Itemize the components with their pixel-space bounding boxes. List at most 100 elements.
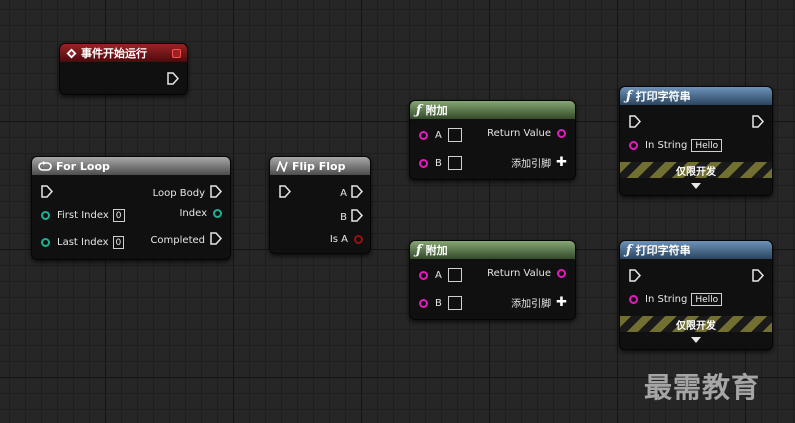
print-string-node-1[interactable]: ƒ 打印字符串 In String Hello 仅限开发 bbox=[619, 86, 773, 196]
print-2-exec-out-row bbox=[752, 269, 765, 285]
event-diamond-icon bbox=[66, 48, 77, 59]
completed-label: Completed bbox=[150, 234, 205, 246]
exec-in-pin[interactable] bbox=[629, 269, 642, 285]
exec-out-pin[interactable] bbox=[752, 115, 765, 131]
append-2-add-pin-row[interactable]: 添加引脚 ✚ bbox=[511, 295, 567, 310]
append-2-b-label: B bbox=[435, 297, 442, 309]
for-loop-node[interactable]: For Loop Loop Body First Index 0 Index L… bbox=[31, 156, 231, 260]
exec-out-pin[interactable] bbox=[752, 269, 765, 285]
for-loop-exec-in-row bbox=[41, 185, 54, 201]
loop-body-exec-pin[interactable] bbox=[210, 185, 223, 201]
flip-flop-title: Flip Flop bbox=[292, 159, 346, 173]
flip-flop-is-a-row: Is A bbox=[330, 234, 363, 245]
print-1-exec-in-row bbox=[629, 115, 642, 131]
development-only-banner: 仅限开发 bbox=[620, 316, 772, 332]
append-2-a-input[interactable] bbox=[447, 268, 462, 282]
for-loop-header[interactable]: For Loop bbox=[32, 157, 230, 175]
first-index-input[interactable]: 0 bbox=[112, 209, 125, 222]
index-row: Index bbox=[179, 208, 222, 219]
append-2-a-pin[interactable] bbox=[419, 270, 428, 280]
completed-row: Completed bbox=[150, 232, 223, 248]
function-icon: ƒ bbox=[626, 242, 632, 258]
print-1-in-string-row: In String Hello bbox=[629, 139, 723, 152]
is-a-bool-pin[interactable] bbox=[354, 235, 363, 244]
last-index-label: Last Index bbox=[57, 237, 109, 248]
exec-in-pin[interactable] bbox=[41, 185, 54, 201]
b-exec-pin[interactable] bbox=[351, 209, 364, 225]
append-1-return-row: Return Value bbox=[487, 128, 566, 139]
append-1-a-input[interactable] bbox=[447, 128, 462, 142]
first-index-row: First Index 0 bbox=[41, 209, 125, 222]
add-pin-plus-icon[interactable]: ✚ bbox=[556, 295, 567, 310]
append-2-return-label: Return Value bbox=[487, 268, 551, 279]
append-1-header[interactable]: ƒ 附加 bbox=[410, 101, 575, 119]
append-node-2[interactable]: ƒ 附加 A Return Value B 添加引脚 ✚ bbox=[409, 240, 576, 320]
append-2-a-label: A bbox=[435, 269, 442, 281]
append-1-b-input[interactable] bbox=[447, 156, 462, 170]
append-1-a-pin[interactable] bbox=[419, 130, 428, 140]
print-2-in-string-pin[interactable] bbox=[629, 295, 638, 304]
append-1-b-pin[interactable] bbox=[419, 158, 428, 168]
first-index-label: First Index bbox=[57, 210, 109, 221]
append-1-a-row: A bbox=[419, 128, 462, 142]
print-2-in-string-input[interactable]: Hello bbox=[691, 293, 723, 306]
append-2-b-pin[interactable] bbox=[419, 298, 428, 308]
print-2-dev-only-label: 仅限开发 bbox=[676, 320, 716, 332]
event-delegate-pin[interactable] bbox=[172, 48, 181, 58]
print-1-in-string-pin[interactable] bbox=[629, 141, 638, 150]
exec-in-pin[interactable] bbox=[629, 115, 642, 131]
for-loop-title: For Loop bbox=[56, 159, 110, 173]
add-pin-plus-icon[interactable]: ✚ bbox=[556, 155, 567, 170]
print-1-title: 打印字符串 bbox=[635, 90, 691, 103]
last-index-input[interactable]: 0 bbox=[112, 236, 125, 249]
append-1-b-row: B bbox=[419, 156, 462, 170]
a-exec-pin[interactable] bbox=[351, 185, 364, 201]
print-2-in-string-row: In String Hello bbox=[629, 293, 723, 306]
exec-in-pin[interactable] bbox=[279, 185, 292, 201]
loop-body-label: Loop Body bbox=[152, 187, 205, 199]
index-out-pin[interactable] bbox=[213, 209, 222, 218]
expand-arrow-icon[interactable] bbox=[691, 183, 701, 189]
development-only-banner: 仅限开发 bbox=[620, 162, 772, 178]
flip-flop-b-label: B bbox=[340, 211, 347, 223]
print-string-node-2[interactable]: ƒ 打印字符串 In String Hello 仅限开发 bbox=[619, 240, 773, 350]
exec-out-pin[interactable] bbox=[167, 72, 180, 88]
append-2-return-pin[interactable] bbox=[557, 269, 566, 278]
event-node-header[interactable]: 事件开始运行 bbox=[60, 44, 187, 62]
print-2-title: 打印字符串 bbox=[635, 244, 691, 257]
print-2-exec-in-row bbox=[629, 269, 642, 285]
for-loop-body-row: Loop Body bbox=[152, 185, 223, 201]
append-1-return-pin[interactable] bbox=[557, 129, 566, 138]
loop-icon bbox=[38, 160, 52, 172]
event-exec-out-row bbox=[167, 72, 180, 88]
print-1-in-string-label: In String bbox=[645, 140, 688, 151]
print-2-in-string-label: In String bbox=[645, 294, 688, 305]
print-1-exec-out-row bbox=[752, 115, 765, 131]
append-2-a-row: A bbox=[419, 268, 462, 282]
completed-exec-pin[interactable] bbox=[210, 232, 223, 248]
print-1-in-string-input[interactable]: Hello bbox=[691, 139, 723, 152]
function-icon: ƒ bbox=[626, 88, 632, 104]
append-2-add-pin-label[interactable]: 添加引脚 bbox=[511, 295, 551, 310]
function-icon: ƒ bbox=[416, 242, 422, 258]
function-icon: ƒ bbox=[416, 102, 422, 118]
append-2-return-row: Return Value bbox=[487, 268, 566, 279]
expand-arrow-icon[interactable] bbox=[691, 337, 701, 343]
flip-flop-header[interactable]: Flip Flop bbox=[270, 157, 370, 175]
index-label: Index bbox=[179, 208, 207, 219]
append-2-header[interactable]: ƒ 附加 bbox=[410, 241, 575, 259]
print-1-dev-only-label: 仅限开发 bbox=[676, 166, 716, 178]
print-1-header[interactable]: ƒ 打印字符串 bbox=[620, 87, 772, 105]
last-index-pin[interactable] bbox=[41, 238, 50, 247]
append-1-add-pin-label[interactable]: 添加引脚 bbox=[511, 155, 551, 170]
first-index-pin[interactable] bbox=[41, 211, 50, 220]
event-begin-play-node[interactable]: 事件开始运行 bbox=[59, 43, 188, 95]
event-node-title: 事件开始运行 bbox=[81, 47, 147, 60]
append-node-1[interactable]: ƒ 附加 A Return Value B 添加引脚 ✚ bbox=[409, 100, 576, 180]
append-2-title: 附加 bbox=[425, 244, 448, 257]
append-2-b-input[interactable] bbox=[447, 296, 462, 310]
append-1-add-pin-row[interactable]: 添加引脚 ✚ bbox=[511, 155, 567, 170]
flip-flop-node[interactable]: Flip Flop A B Is A bbox=[269, 156, 371, 254]
print-2-header[interactable]: ƒ 打印字符串 bbox=[620, 241, 772, 259]
flip-flop-exec-in-row bbox=[279, 185, 292, 201]
